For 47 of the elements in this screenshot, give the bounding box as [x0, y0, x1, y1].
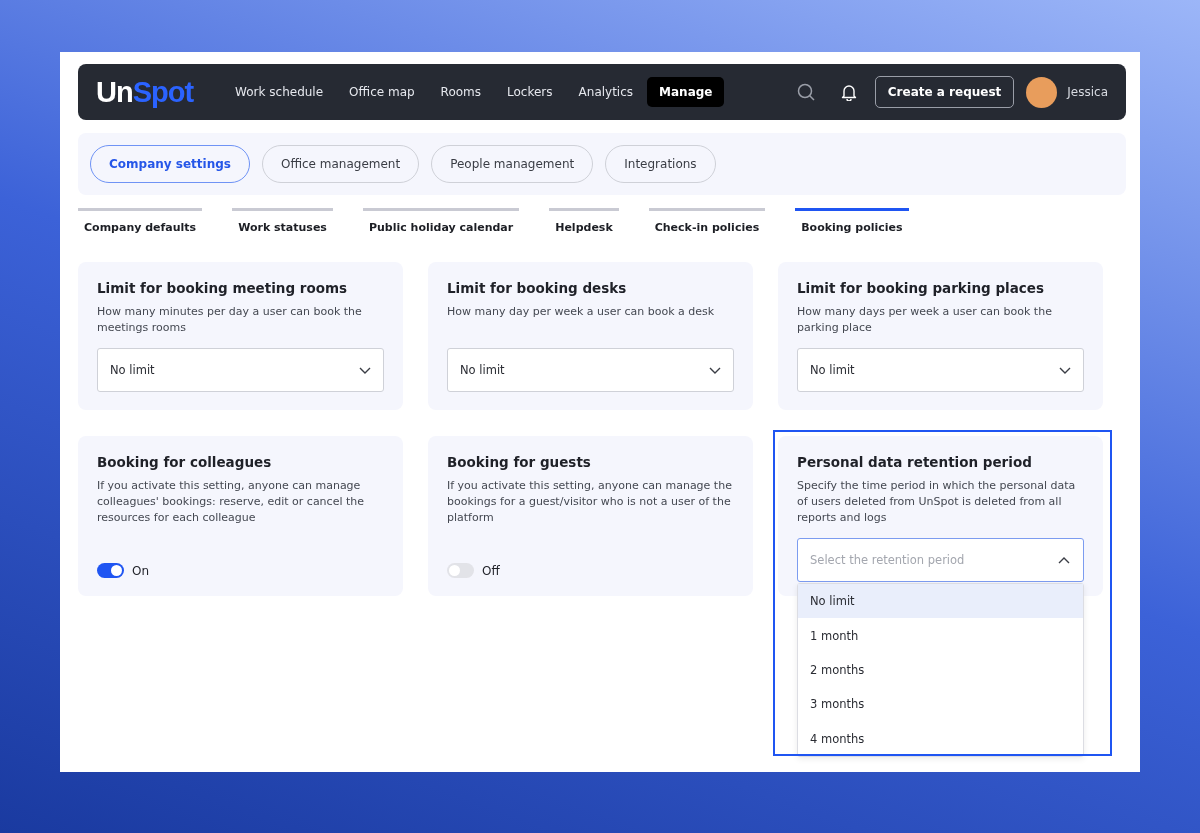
card-description: If you activate this setting, anyone can manage colleagues' bookings: reserve, edit or cancel the resources for each colleague: [97, 478, 365, 526]
dropdown-option[interactable]: No limit: [798, 584, 1083, 619]
dropdown-option[interactable]: 4 months: [798, 721, 1083, 756]
card-title: Booking for colleagues: [97, 454, 273, 470]
tab[interactable]: Work statuses: [232, 208, 333, 234]
card-description: Specify the time period in which the personal data of users deleted from UnSpot is deleted from all reports and logs: [797, 478, 1077, 526]
nav-item[interactable]: Work schedule: [223, 77, 336, 107]
search-icon[interactable]: [796, 83, 815, 101]
card-title: Limit for booking desks: [447, 280, 628, 296]
nav-item[interactable]: Manage: [647, 77, 725, 107]
bell-icon[interactable]: [840, 83, 857, 101]
toggle-label: Off: [482, 563, 500, 578]
logo: UnSpot: [96, 75, 194, 109]
user-name[interactable]: Jessica: [1067, 85, 1108, 99]
nav-item[interactable]: Lockers: [495, 77, 565, 107]
avatar[interactable]: [1026, 76, 1058, 108]
nav-item[interactable]: Office map: [337, 77, 427, 107]
limit-dropdown[interactable]: No limit: [797, 348, 1084, 392]
chevron-icon: [359, 365, 371, 375]
nav-item[interactable]: Analytics: [566, 77, 646, 107]
tab[interactable]: Helpdesk: [549, 208, 619, 234]
chevron-icon: [1059, 365, 1071, 375]
dropdown-option[interactable]: 3 months: [798, 687, 1083, 722]
card-description: How many days per week a user can book the parking place: [797, 304, 1053, 336]
create-request-button[interactable]: Create a request: [874, 76, 1015, 108]
tab[interactable]: Public holiday calendar: [362, 208, 520, 234]
dropdown-option[interactable]: 2 months: [798, 652, 1083, 688]
toggle-switch[interactable]: [447, 563, 474, 578]
tab[interactable]: Company defaults: [78, 208, 203, 234]
retention-select[interactable]: Select the retention period: [797, 538, 1084, 582]
card-title: Booking for guests: [447, 454, 592, 470]
limit-dropdown[interactable]: No limit: [97, 348, 384, 392]
card-description: How many minutes per day a user can book the meetings rooms: [97, 304, 363, 336]
tab[interactable]: Booking policies: [795, 208, 909, 234]
dropdown-option[interactable]: 1 month: [798, 618, 1083, 653]
card-title: Limit for booking meeting rooms: [97, 280, 349, 296]
card-description: If you activate this setting, anyone can manage the bookings for a guest/visitor who is not a user of the platform: [447, 478, 733, 526]
card-title: Personal data retention period: [797, 454, 1033, 470]
toggle-switch[interactable]: [97, 563, 124, 578]
tab[interactable]: Check-in policies: [648, 208, 766, 234]
card-title: Limit for booking parking places: [797, 280, 1045, 296]
card-description: How many day per week a user can book a desk: [447, 304, 716, 320]
chevron-icon: [709, 365, 721, 375]
chevron-icon: [1058, 556, 1070, 565]
limit-dropdown[interactable]: No limit: [447, 348, 734, 392]
nav-item[interactable]: Rooms: [428, 77, 494, 107]
toggle-label: On: [132, 563, 150, 578]
